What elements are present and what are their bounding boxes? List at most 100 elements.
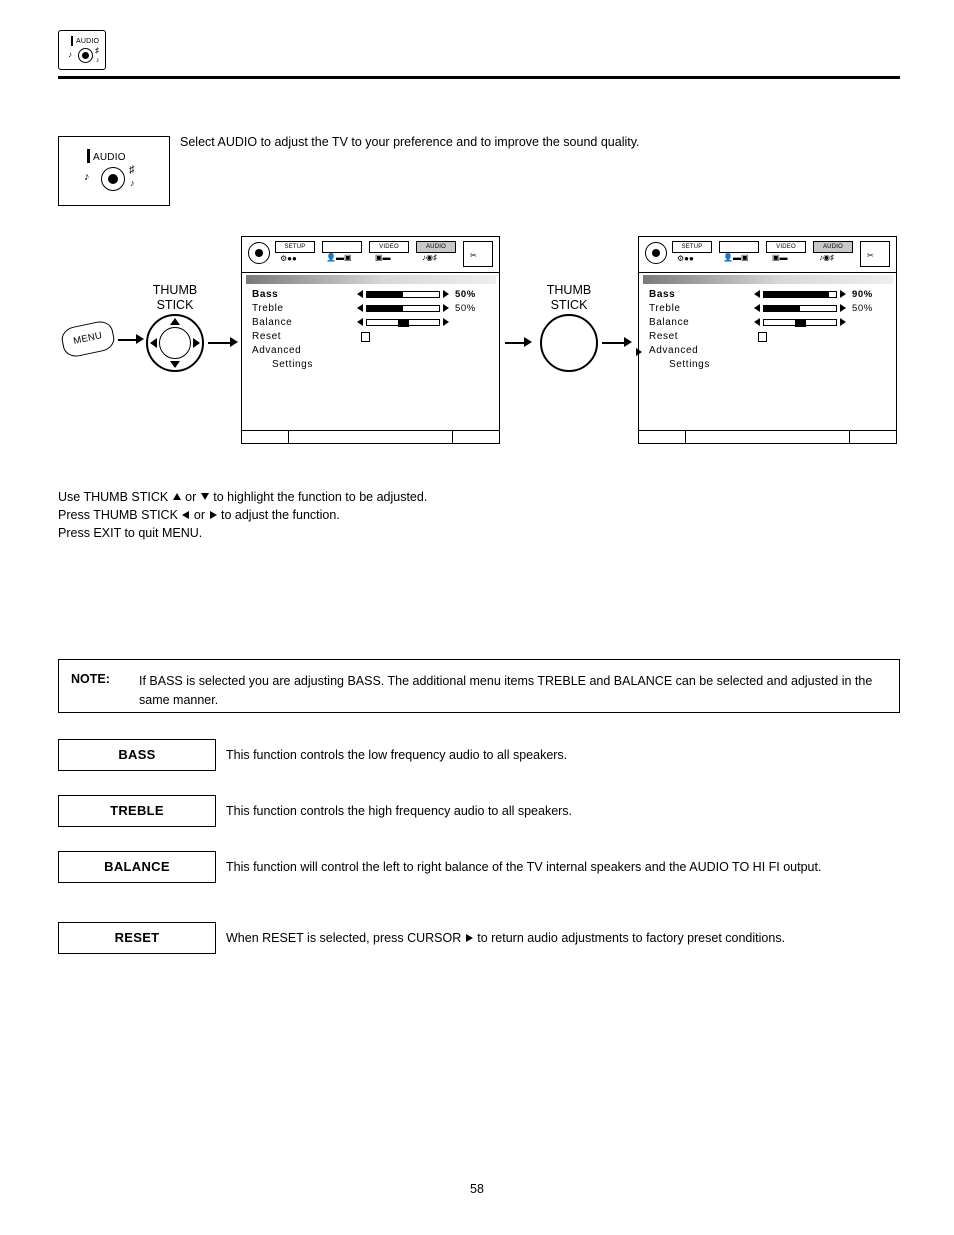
osd-bass-left-arrow-icon-right[interactable]	[754, 290, 760, 298]
osd-bass-fill-right	[764, 292, 829, 297]
header-rule	[58, 76, 900, 79]
audio-illustration-note-icon: ♪	[84, 171, 90, 183]
osd-screen-adjusted: SETUP ⚙●● 👤▬▣ VIDEO ▣▬ AUDIO ♪◉♯ ✂ Bass …	[636, 236, 897, 444]
osd-balance-track-right	[763, 319, 837, 327]
note-label: NOTE:	[71, 672, 110, 686]
header-note-icon: ♪	[68, 50, 72, 59]
osd-bass-left-arrow-icon[interactable]	[357, 290, 363, 298]
osd-treble-fill-left	[367, 306, 403, 311]
intro-text: Select AUDIO to adjust the TV to your pr…	[180, 135, 640, 149]
osd-treble-slider-left[interactable]	[357, 304, 449, 313]
osd-bass-slider-left[interactable]	[357, 290, 449, 299]
osd-tab-2-right[interactable]	[719, 241, 759, 253]
osd-bottombar-left	[242, 430, 499, 443]
osd-tab-2-glyph-right: 👤▬▣	[723, 253, 749, 262]
arrow-osd-to-stick2-head	[524, 337, 532, 347]
osd-balance-thumb-left[interactable]	[398, 320, 409, 327]
osd-tab-setup-glyph-right: ⚙●●	[677, 254, 694, 263]
thumb-stick-outer-right	[540, 314, 598, 372]
audio-illustration-note2-icon: ♪	[130, 178, 135, 188]
osd-balance-right-arrow-icon-right[interactable]	[840, 318, 846, 326]
osd-treble-track-left	[366, 305, 440, 312]
left-arrow-icon	[182, 510, 190, 519]
osd-treble-value-right: 50%	[852, 303, 873, 314]
osd-tab-audio-glyph-left: ♪◉♯	[422, 253, 437, 262]
osd-tab-video-glyph-right: ▣▬	[772, 253, 788, 262]
osd-gradient-bar-left	[246, 275, 496, 284]
menu-button-label: MENU	[72, 330, 104, 347]
thumb-stick-down-arrow-icon	[170, 361, 180, 368]
header-audio-dot	[82, 52, 89, 59]
thumb-stick-inner-left	[159, 327, 191, 359]
osd-treble-value-left: 50%	[455, 303, 476, 314]
osd-tabbar-left: SETUP ⚙●● 👤▬▣ VIDEO ▣▬ AUDIO ♪◉♯ ✂	[242, 237, 499, 273]
note-text: If BASS is selected you are adjusting BA…	[139, 674, 873, 707]
osd-tab-setup-glyph-left: ⚙●●	[280, 254, 297, 263]
osd-bass-fill-left	[367, 292, 403, 297]
thumb-stick-label-right: THUMB STICK	[546, 283, 592, 312]
osd-tab-audio-right[interactable]: AUDIO	[813, 241, 853, 253]
osd-tabbar-right: SETUP ⚙●● 👤▬▣ VIDEO ▣▬ AUDIO ♪◉♯ ✂	[639, 237, 896, 273]
osd-bass-slider-right[interactable]	[754, 290, 846, 299]
osd-balance-thumb-right[interactable]	[795, 320, 806, 327]
osd-balance-left-arrow-icon[interactable]	[357, 318, 363, 326]
audio-illustration-label: AUDIO	[93, 152, 126, 163]
thumb-stick-left-arrow-icon	[150, 338, 157, 348]
arrow-stick-to-osd-line	[208, 342, 232, 344]
osd-reset-box-right[interactable]	[758, 332, 767, 342]
function-label-reset: RESET	[58, 922, 216, 954]
osd-bass-value-right: 90%	[852, 289, 873, 300]
osd-screen-initial: SETUP ⚙●● 👤▬▣ VIDEO ▣▬ AUDIO ♪◉♯ ✂ Bass …	[241, 236, 500, 444]
osd-balance-slider-right[interactable]	[754, 318, 846, 327]
function-description-bass: This function controls the low frequency…	[226, 748, 568, 762]
osd-tab-5-glyph-left: ✂	[470, 251, 477, 260]
header-audio-icon: AUDIO ♪ ♯ ♪	[58, 30, 106, 70]
up-arrow-icon	[172, 493, 181, 501]
osd-tab-audio-left[interactable]: AUDIO	[416, 241, 456, 253]
arrow-menu-to-stick-head	[136, 334, 144, 344]
audio-button-illustration: AUDIO ♪ ♯ ♪	[58, 136, 170, 206]
osd-treble-left-arrow-icon-right[interactable]	[754, 304, 760, 312]
osd-treble-track-right	[763, 305, 837, 312]
function-label-treble: TREBLE	[58, 795, 216, 827]
instruction-line-1: Use THUMB STICK or to highlight the func…	[58, 490, 428, 504]
instruction-line-3: Press EXIT to quit MENU.	[58, 526, 203, 540]
osd-tab-video-right[interactable]: VIDEO	[766, 241, 806, 253]
osd-bass-right-arrow-icon-right[interactable]	[840, 290, 846, 298]
arrow-stick-to-osd-head	[230, 337, 238, 347]
osd-tab-audio-glyph-right: ♪◉♯	[819, 253, 834, 262]
osd-treble-slider-right[interactable]	[754, 304, 846, 313]
header-note3-icon: ♪	[96, 57, 100, 64]
right-arrow-icon	[209, 510, 217, 519]
osd-bass-value-left: 50%	[455, 289, 476, 300]
function-label-balance: BALANCE	[58, 851, 216, 883]
osd-tab-setup-left[interactable]: SETUP	[275, 241, 315, 253]
osd-balance-slider-left[interactable]	[357, 318, 449, 327]
osd-reset-box-left[interactable]	[361, 332, 370, 342]
osd-bottom-seg2-left	[288, 431, 453, 443]
osd-bottom-seg2-right	[685, 431, 850, 443]
page-number: 58	[470, 1182, 484, 1196]
osd-treble-left-arrow-icon[interactable]	[357, 304, 363, 312]
instruction-line-2: Press THUMB STICK or to adjust the funct…	[58, 508, 340, 522]
osd-tab-video-left[interactable]: VIDEO	[369, 241, 409, 253]
audio-illustration-tickmark	[87, 149, 90, 163]
osd-balance-left-arrow-icon-right[interactable]	[754, 318, 760, 326]
osd-bass-right-arrow-icon[interactable]	[443, 290, 449, 298]
thumb-stick-up-arrow-icon	[170, 318, 180, 325]
osd-home-icon-right	[645, 242, 667, 264]
osd-treble-right-arrow-icon[interactable]	[443, 304, 449, 312]
osd-bass-track-right	[763, 291, 837, 298]
osd-tab-5-right[interactable]	[860, 241, 890, 267]
arrow-stick2-to-osd2-line	[602, 342, 626, 344]
note-box: NOTE: If BASS is selected you are adjust…	[58, 659, 900, 713]
osd-tab-5-left[interactable]	[463, 241, 493, 267]
osd-tab-2-left[interactable]	[322, 241, 362, 253]
osd-tab-setup-right[interactable]: SETUP	[672, 241, 712, 253]
osd-treble-right-arrow-icon-right[interactable]	[840, 304, 846, 312]
function-description-reset: When RESET is selected, press CURSOR to …	[226, 931, 786, 945]
osd-balance-right-arrow-icon[interactable]	[443, 318, 449, 326]
header-note2-icon: ♯	[95, 46, 99, 55]
osd-tab-video-glyph-left: ▣▬	[375, 253, 391, 262]
osd-home-icon-left	[248, 242, 270, 264]
